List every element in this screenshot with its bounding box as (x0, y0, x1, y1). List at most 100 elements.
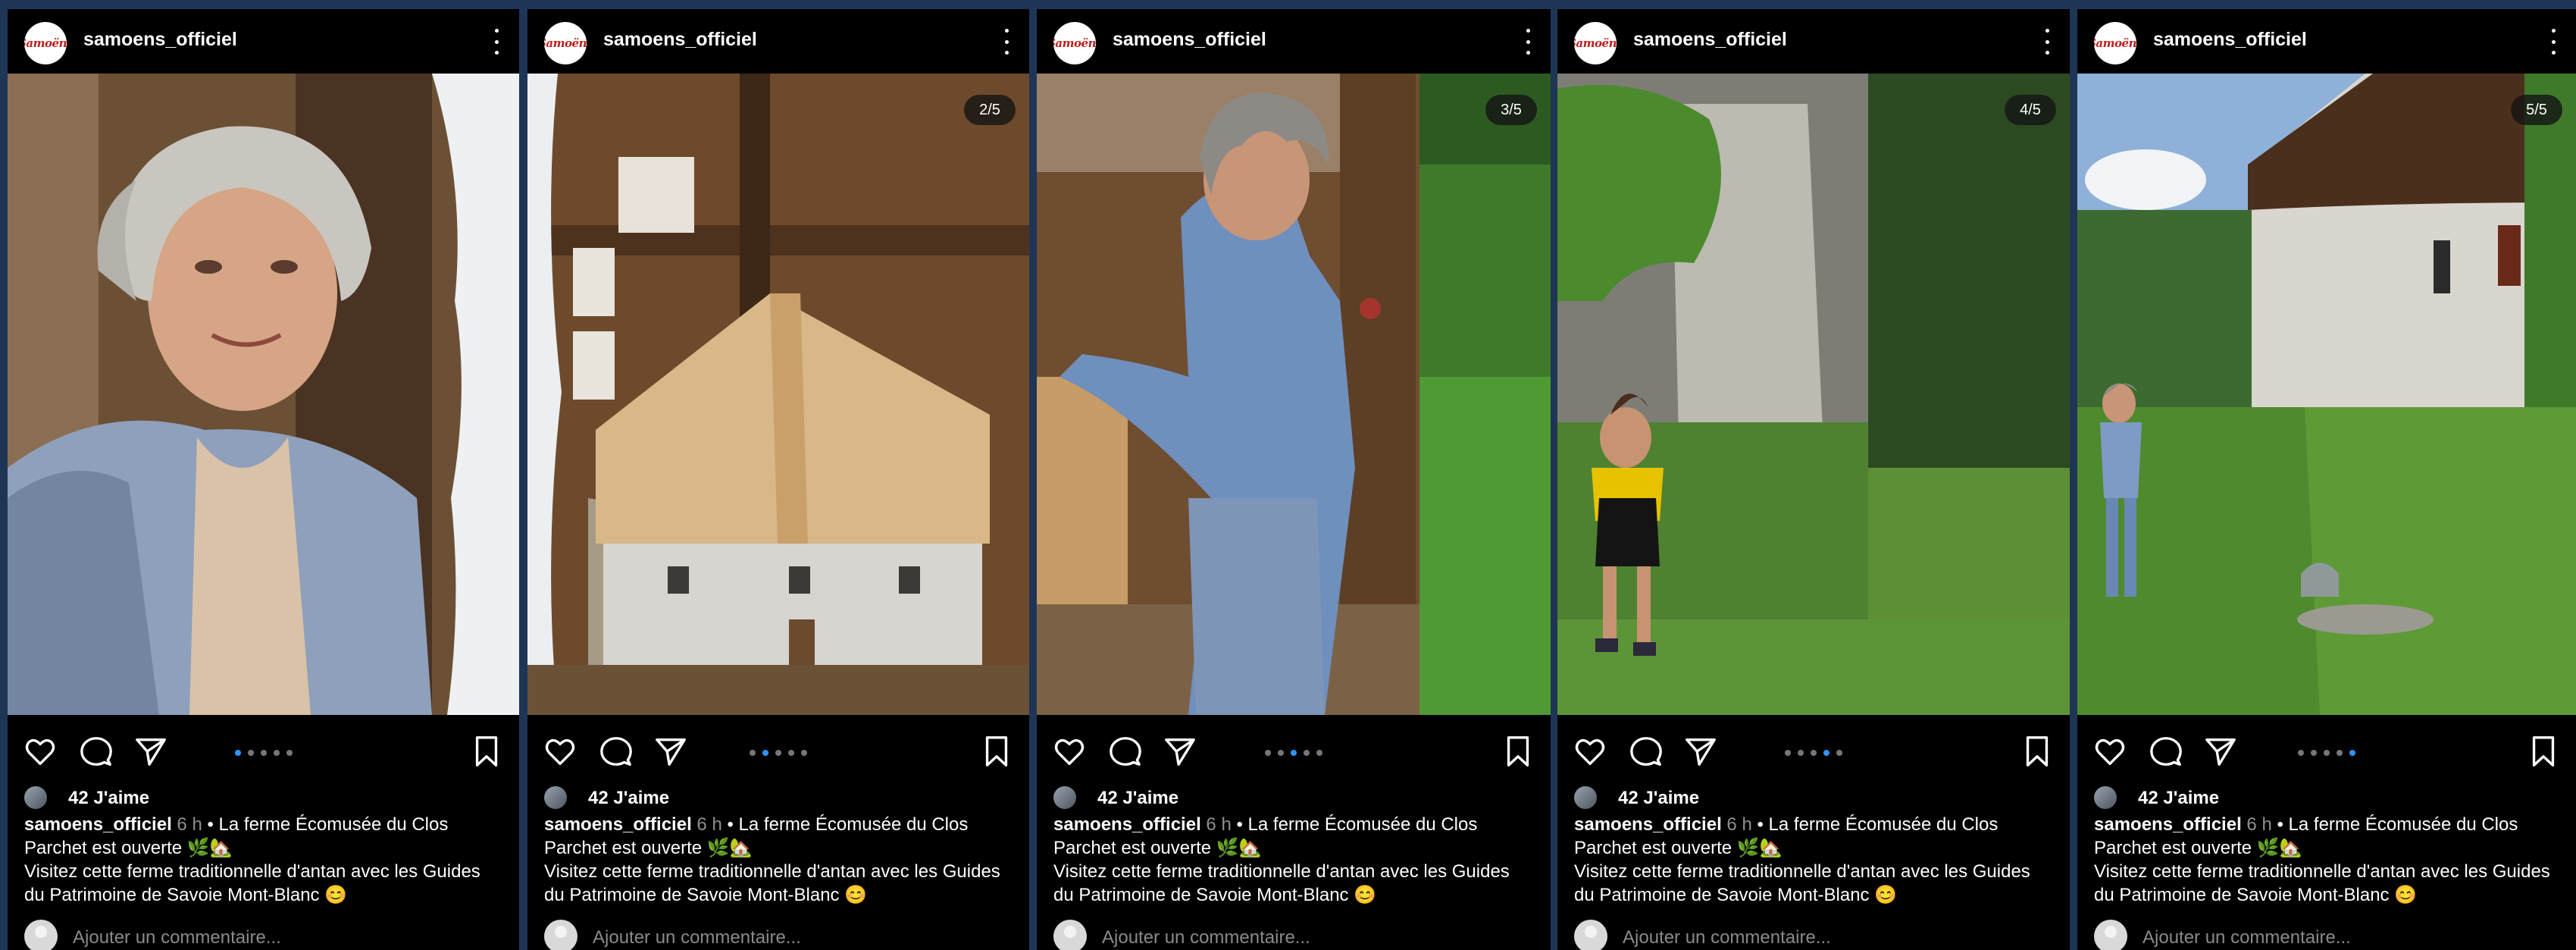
photo-farmhouse-garden (2077, 74, 2576, 715)
account-avatar[interactable]: Samoëns (1053, 22, 1096, 64)
comment-input[interactable]: Ajouter un commentaire... (73, 927, 281, 948)
caption-text-2: Visitez cette ferme traditionnelle d'ant… (544, 861, 1000, 905)
share-send-icon[interactable] (1683, 734, 1718, 769)
account-avatar[interactable]: Samoëns (24, 22, 67, 64)
more-options-icon[interactable] (1519, 29, 1537, 55)
slide-counter: 3/5 (1485, 95, 1537, 125)
caption-text-2: Visitez cette ferme traditionnelle d'ant… (1574, 861, 2030, 905)
likes-count[interactable]: 42 J'aime (2138, 788, 2219, 809)
comment-input[interactable]: Ajouter un commentaire... (1102, 927, 1310, 948)
slide-counter: 4/5 (2005, 95, 2056, 125)
caption-username[interactable]: samoens_officiel (24, 814, 172, 835)
screenshot-strip: Samoëns samoens_officiel (0, 0, 2576, 950)
post-photo[interactable]: 2/5 (527, 74, 1029, 715)
post-photo[interactable]: 5/5 (2077, 74, 2576, 715)
carousel-dots (1265, 750, 1322, 756)
caption-username[interactable]: samoens_officiel (2094, 814, 2242, 835)
comment-bubble-icon[interactable] (599, 734, 634, 769)
post-header: Samoëns samoens_officiel (1037, 9, 1551, 74)
post-caption: samoens_officiel 6 h • La ferme Écomusée… (1574, 813, 2053, 907)
post-caption: samoens_officiel 6 h • La ferme Écomusée… (1053, 813, 1534, 907)
post-time: 6 h (177, 814, 202, 835)
caption-username[interactable]: samoens_officiel (1053, 814, 1201, 835)
post-caption: samoens_officiel 6 h • La ferme Écomusée… (24, 813, 502, 907)
likes-count[interactable]: 42 J'aime (1618, 788, 1699, 809)
post-caption: samoens_officiel 6 h • La ferme Écomusée… (544, 813, 1013, 907)
post-actions-bar (2077, 722, 2576, 782)
more-options-icon[interactable] (2038, 29, 2056, 55)
comment-bubble-icon[interactable] (1108, 734, 1143, 769)
liker-avatar (544, 786, 567, 809)
post-actions-bar (1037, 722, 1551, 782)
comment-bubble-icon[interactable] (1629, 734, 1664, 769)
more-options-icon[interactable] (997, 29, 1016, 55)
save-bookmark-icon[interactable] (469, 734, 504, 769)
post-header: Samoëns samoens_officiel (8, 9, 519, 74)
account-avatar[interactable]: Samoëns (1574, 22, 1617, 64)
caption-username[interactable]: samoens_officiel (1574, 814, 1722, 835)
post-photo[interactable]: 4/5 (1557, 74, 2070, 715)
save-bookmark-icon[interactable] (1501, 734, 1535, 769)
save-bookmark-icon[interactable] (979, 734, 1014, 769)
post-time: 6 h (1206, 814, 1232, 835)
account-avatar[interactable]: Samoëns (2094, 22, 2136, 64)
account-username[interactable]: samoens_officiel (603, 29, 757, 51)
post-header: Samoëns samoens_officiel (1557, 9, 2070, 74)
more-options-icon[interactable] (487, 29, 505, 55)
post-panel-3: Samoëns samoens_officiel 3/5 (1037, 9, 1551, 950)
post-header: Samoëns samoens_officiel (2077, 9, 2576, 74)
user-avatar-placeholder (544, 920, 577, 950)
like-heart-icon[interactable] (1573, 734, 1607, 769)
photo-guide-ruins (1557, 74, 2070, 715)
comment-input[interactable]: Ajouter un commentaire... (1623, 927, 1831, 948)
more-options-icon[interactable] (2544, 29, 2562, 55)
carousel-dots (1785, 750, 1842, 756)
caption-text-2: Visitez cette ferme traditionnelle d'ant… (24, 861, 480, 905)
user-avatar-placeholder (24, 920, 58, 950)
comment-bubble-icon[interactable] (2149, 734, 2183, 769)
post-photo[interactable] (8, 74, 519, 715)
account-username[interactable]: samoens_officiel (1633, 29, 1787, 51)
account-username[interactable]: samoens_officiel (2153, 29, 2307, 51)
photo-woman-model-garden (1037, 74, 1551, 715)
post-actions-bar (527, 722, 1029, 782)
likes-count[interactable]: 42 J'aime (588, 788, 669, 809)
likes-count[interactable]: 42 J'aime (1097, 788, 1178, 809)
post-time: 6 h (2246, 814, 2272, 835)
comment-input[interactable]: Ajouter un commentaire... (2142, 927, 2351, 948)
post-panel-5: Samoëns samoens_officiel (2077, 9, 2576, 950)
share-send-icon[interactable] (1163, 734, 1197, 769)
photo-farm-model (527, 74, 1029, 715)
liker-avatar (1574, 786, 1597, 809)
liker-avatar (1053, 786, 1076, 809)
comment-input[interactable]: Ajouter un commentaire... (593, 927, 801, 948)
account-avatar[interactable]: Samoëns (544, 22, 587, 64)
carousel-dots (750, 750, 807, 756)
user-avatar-placeholder (1574, 920, 1607, 950)
share-send-icon[interactable] (653, 734, 688, 769)
post-panel-4: Samoëns samoens_officiel (1557, 9, 2070, 950)
post-actions-bar (8, 722, 519, 782)
slide-counter: 2/5 (964, 95, 1016, 125)
liker-avatar (2094, 786, 2117, 809)
like-heart-icon[interactable] (1052, 734, 1087, 769)
like-heart-icon[interactable] (23, 734, 58, 769)
post-photo[interactable]: 3/5 (1037, 74, 1551, 715)
user-avatar-placeholder (1053, 920, 1087, 950)
save-bookmark-icon[interactable] (2526, 734, 2561, 769)
post-actions-bar (1557, 722, 2070, 782)
like-heart-icon[interactable] (2092, 734, 2127, 769)
post-time: 6 h (696, 814, 722, 835)
post-panel-2: Samoëns samoens_officiel (527, 9, 1029, 950)
account-username[interactable]: samoens_officiel (1113, 29, 1266, 51)
caption-text-2: Visitez cette ferme traditionnelle d'ant… (2094, 861, 2550, 905)
caption-text-2: Visitez cette ferme traditionnelle d'ant… (1053, 861, 1510, 905)
account-username[interactable]: samoens_officiel (83, 29, 237, 51)
likes-count[interactable]: 42 J'aime (68, 788, 149, 809)
like-heart-icon[interactable] (543, 734, 577, 769)
comment-bubble-icon[interactable] (79, 734, 114, 769)
caption-username[interactable]: samoens_officiel (544, 814, 692, 835)
share-send-icon[interactable] (2203, 734, 2238, 769)
share-send-icon[interactable] (133, 734, 168, 769)
save-bookmark-icon[interactable] (2020, 734, 2055, 769)
